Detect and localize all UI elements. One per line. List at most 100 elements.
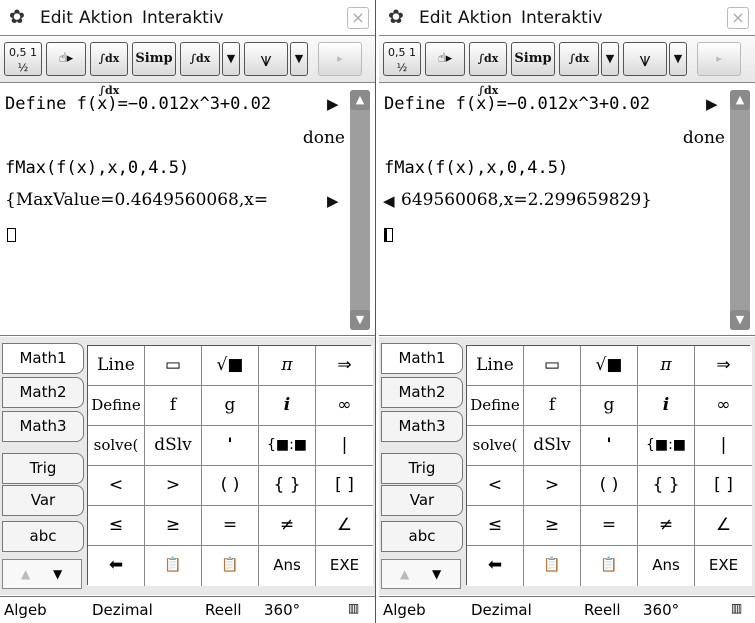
key-stack[interactable]: ▭ bbox=[145, 346, 202, 386]
status-domain[interactable]: Reell bbox=[584, 601, 621, 619]
input-fmax[interactable]: fMax(f(x),x,0,4.5) bbox=[5, 158, 189, 178]
input-fmax[interactable]: fMax(f(x),x,0,4.5) bbox=[384, 158, 568, 178]
menu-edit[interactable]: Edit bbox=[40, 8, 73, 28]
key-g[interactable]: g bbox=[202, 386, 259, 426]
key-with[interactable]: | bbox=[695, 426, 752, 466]
key-angle[interactable]: ∠ bbox=[316, 506, 373, 546]
key-backspace[interactable]: ⬅ bbox=[88, 546, 145, 586]
close-icon[interactable]: × bbox=[347, 7, 369, 29]
key-paste[interactable]: 📋 bbox=[581, 546, 638, 586]
key-neq[interactable]: ≠ bbox=[259, 506, 316, 546]
tab-math3[interactable]: Math3 bbox=[2, 411, 84, 442]
tab-scroll-buttons[interactable]: ▲ ▼ bbox=[2, 559, 82, 589]
key-leq[interactable]: ≤ bbox=[88, 506, 145, 546]
tab-scroll-down-icon[interactable]: ▼ bbox=[53, 567, 62, 581]
key-less[interactable]: < bbox=[88, 466, 145, 506]
status-angle[interactable]: 360° bbox=[643, 601, 679, 619]
key-system[interactable]: {■:■ bbox=[259, 426, 316, 466]
key-exe[interactable]: EXE bbox=[316, 546, 373, 586]
key-implies[interactable]: ⇒ bbox=[695, 346, 752, 386]
tab-math3[interactable]: Math3 bbox=[381, 411, 463, 442]
key-sqrt[interactable]: √■ bbox=[202, 346, 259, 386]
dropdown-button[interactable]: ▼ bbox=[601, 42, 619, 76]
key-line[interactable]: Line bbox=[467, 346, 524, 386]
input-define[interactable]: Define f(x)=−0.012x^3+0.02 bbox=[384, 94, 650, 114]
key-f[interactable]: f bbox=[145, 386, 202, 426]
key-stack[interactable]: ▭ bbox=[524, 346, 581, 386]
key-angle[interactable]: ∠ bbox=[695, 506, 752, 546]
key-i[interactable]: i bbox=[638, 386, 695, 426]
key-g[interactable]: g bbox=[581, 386, 638, 426]
key-prime[interactable]: ' bbox=[581, 426, 638, 466]
scroll-right-icon[interactable]: ▶ bbox=[706, 95, 718, 113]
tab-scroll-up-icon[interactable]: ▲ bbox=[400, 567, 409, 581]
input-define[interactable]: Define f(x)=−0.012x^3+0.02 bbox=[5, 94, 271, 114]
vertical-scrollbar[interactable]: ▲ ▼ bbox=[730, 90, 750, 330]
scroll-down-icon[interactable]: ▼ bbox=[730, 310, 750, 330]
simp-button[interactable]: Simp bbox=[511, 42, 555, 76]
key-ans[interactable]: Ans bbox=[259, 546, 316, 586]
tab-abc[interactable]: abc bbox=[2, 521, 84, 552]
dropdown-button[interactable]: ▼ bbox=[669, 42, 687, 76]
key-less[interactable]: < bbox=[467, 466, 524, 506]
key-pi[interactable]: π bbox=[259, 346, 316, 386]
tab-scroll-down-icon[interactable]: ▼ bbox=[432, 567, 441, 581]
menu-edit[interactable]: Edit bbox=[419, 8, 452, 28]
key-define[interactable]: Define bbox=[467, 386, 524, 426]
key-brackets[interactable]: [ ] bbox=[695, 466, 752, 506]
key-f[interactable]: f bbox=[524, 386, 581, 426]
status-mode[interactable]: Algeb bbox=[383, 601, 426, 619]
scroll-right-icon[interactable]: ▶ bbox=[327, 192, 339, 210]
input-cursor[interactable] bbox=[7, 228, 16, 242]
status-number-format[interactable]: Dezimal bbox=[471, 601, 532, 619]
key-leq[interactable]: ≤ bbox=[467, 506, 524, 546]
key-sqrt[interactable]: √■ bbox=[581, 346, 638, 386]
key-line[interactable]: Line bbox=[88, 346, 145, 386]
main-work-area[interactable]: Define f(x)=−0.012x^3+0.02 ▶ done fMax(f… bbox=[0, 84, 375, 336]
dropdown-button[interactable]: ▼ bbox=[290, 42, 308, 76]
integral-edit-button[interactable]: ∫dx bbox=[559, 42, 599, 76]
gear-icon[interactable]: ✿ bbox=[9, 6, 25, 28]
fraction-toggle-button[interactable]: 0,5 1 ½ bbox=[4, 42, 42, 76]
key-paste[interactable]: 📋 bbox=[202, 546, 259, 586]
key-greater[interactable]: > bbox=[145, 466, 202, 506]
tab-scroll-buttons[interactable]: ▲ ▼ bbox=[381, 559, 461, 589]
tab-var[interactable]: Var bbox=[381, 485, 463, 516]
tab-scroll-up-icon[interactable]: ▲ bbox=[21, 567, 30, 581]
tab-abc[interactable]: abc bbox=[381, 521, 463, 552]
key-equals[interactable]: = bbox=[581, 506, 638, 546]
key-neq[interactable]: ≠ bbox=[638, 506, 695, 546]
tab-trig[interactable]: Trig bbox=[2, 453, 84, 484]
key-system[interactable]: {■:■ bbox=[638, 426, 695, 466]
key-exe[interactable]: EXE bbox=[695, 546, 752, 586]
key-dslv[interactable]: dSlv bbox=[145, 426, 202, 466]
key-greater[interactable]: > bbox=[524, 466, 581, 506]
key-geq[interactable]: ≥ bbox=[145, 506, 202, 546]
tab-math2[interactable]: Math2 bbox=[381, 377, 463, 408]
key-backspace[interactable]: ⬅ bbox=[467, 546, 524, 586]
menu-interactive[interactable]: Interaktiv bbox=[521, 8, 603, 28]
key-implies[interactable]: ⇒ bbox=[316, 346, 373, 386]
tab-math1[interactable]: Math1 bbox=[2, 343, 84, 374]
drag-hand-button[interactable]: ☝▸ bbox=[46, 42, 86, 76]
more-button[interactable]: ▸ bbox=[697, 42, 741, 76]
more-button[interactable]: ▸ bbox=[318, 42, 362, 76]
scroll-up-icon[interactable]: ▲ bbox=[730, 90, 750, 110]
key-dslv[interactable]: dSlv bbox=[524, 426, 581, 466]
status-mode[interactable]: Algeb bbox=[4, 601, 47, 619]
status-domain[interactable]: Reell bbox=[205, 601, 242, 619]
key-braces[interactable]: { } bbox=[259, 466, 316, 506]
key-define[interactable]: Define bbox=[88, 386, 145, 426]
integral-edit-button[interactable]: ∫dx bbox=[180, 42, 220, 76]
key-solve[interactable]: solve( bbox=[467, 426, 524, 466]
scroll-left-icon[interactable]: ◀ bbox=[383, 192, 395, 210]
fraction-toggle-button[interactable]: 0,5 1 ½ bbox=[383, 42, 421, 76]
vertical-scrollbar[interactable]: ▲ ▼ bbox=[350, 90, 370, 330]
integral-button[interactable]: ∫dx ∫dx bbox=[469, 42, 507, 97]
scroll-down-icon[interactable]: ▼ bbox=[350, 310, 370, 330]
drag-hand-button[interactable]: ☝▸ bbox=[425, 42, 465, 76]
menu-interactive[interactable]: Interaktiv bbox=[142, 8, 224, 28]
key-i[interactable]: i bbox=[259, 386, 316, 426]
input-cursor[interactable] bbox=[384, 228, 393, 242]
graph-button[interactable]: ⩛ bbox=[244, 42, 288, 76]
